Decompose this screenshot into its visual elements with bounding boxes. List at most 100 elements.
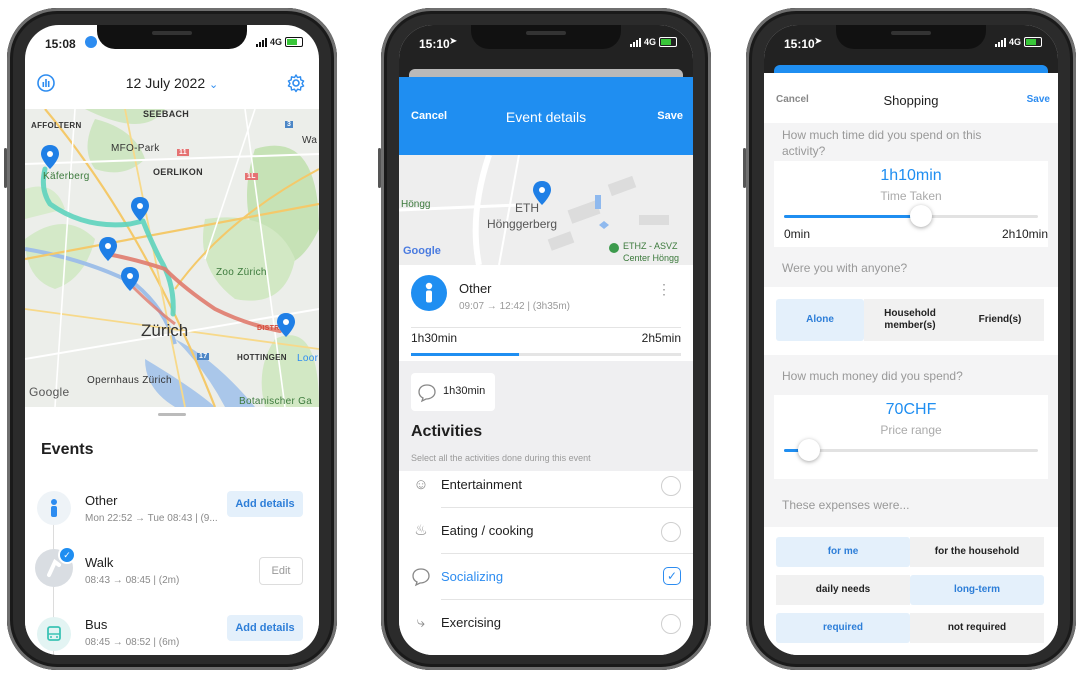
event-row[interactable]: Bus 08:45 → 08:52 | (6m) Add details: [25, 615, 319, 655]
status-time: 15:10: [419, 37, 450, 51]
gear-icon[interactable]: [285, 73, 307, 95]
divider: [441, 507, 693, 508]
activity-item-eating[interactable]: ♨ Eating / cooking: [399, 509, 693, 553]
phone-shopping-form: 15:10 ➤ 4G Cancel Shopping Save How much…: [743, 8, 1076, 670]
activity-label: Eating / cooking: [441, 523, 534, 538]
option-required[interactable]: required: [776, 613, 910, 643]
question-time: How much time did you spend on this acti…: [764, 123, 1058, 161]
page-title: Shopping: [883, 93, 939, 108]
add-details-button[interactable]: Add details: [227, 615, 303, 641]
option-for-household[interactable]: for the household: [910, 537, 1044, 567]
time-slider[interactable]: [784, 205, 1038, 227]
shopping-header: Cancel Shopping Save: [764, 73, 1058, 124]
status-time: 15:08: [45, 37, 76, 51]
event-row[interactable]: Other Mon 22:52 → Tue 08:43 | (9... Add …: [25, 491, 319, 551]
road-badge: 17: [197, 353, 210, 360]
map-pin-icon[interactable]: [131, 197, 149, 221]
event-meta: 08:43 → 08:45 | (2m): [85, 575, 180, 586]
place-marker-icon: [609, 243, 619, 253]
option-long-term[interactable]: long-term: [910, 575, 1044, 605]
map-label: Wa: [302, 135, 318, 146]
location-icon: [85, 36, 97, 48]
option-alone[interactable]: Alone: [776, 299, 864, 341]
road-badge: 1L: [245, 173, 258, 180]
map-pin-icon[interactable]: [533, 181, 551, 205]
google-logo: Google: [403, 245, 441, 257]
map-label: SEEBACH: [143, 109, 190, 119]
date-selector[interactable]: 12 July 2022 ⌄: [25, 75, 319, 91]
event-title: Other: [459, 281, 492, 296]
duration-chip[interactable]: 1h30min: [411, 373, 495, 411]
slider-knob[interactable]: [910, 205, 933, 227]
option-household[interactable]: Household member(s): [864, 299, 956, 341]
bus-icon: [37, 617, 71, 651]
location-arrow-icon: ➤: [814, 36, 823, 47]
events-title: Events: [41, 441, 94, 458]
drag-handle[interactable]: [158, 413, 186, 416]
events-sheet: Events Other Mon 22:52 → Tue 08:43 | (9.…: [25, 407, 319, 655]
activity-checkbox[interactable]: [661, 476, 681, 496]
map-label: Center Höngg: [623, 253, 680, 263]
activity-checkbox[interactable]: [661, 522, 681, 542]
phone-events-map: 15:08 4G 12 July 2022 ⌄ SEEBACH AFFOLTER…: [4, 8, 337, 670]
battery-icon: [659, 37, 677, 47]
event-title: Other: [85, 493, 118, 508]
event-row[interactable]: ✓ Walk 08:43 → 08:45 | (2m) Edit: [25, 546, 319, 613]
add-details-button[interactable]: Add details: [227, 491, 303, 517]
map-label: ETHZ - ASVZ: [623, 241, 678, 251]
question-money: How much money did you spend?: [764, 357, 1058, 395]
activity-item-socializing[interactable]: Socializing ✓: [399, 555, 693, 599]
screen: 15:08 4G 12 July 2022 ⌄ SEEBACH AFFOLTER…: [25, 25, 319, 655]
map-pin-icon[interactable]: [277, 313, 295, 337]
slider-knob[interactable]: [798, 439, 821, 461]
edit-button[interactable]: Edit: [259, 557, 303, 585]
activity-item-exercising[interactable]: ⤷ Exercising: [399, 601, 693, 645]
notch: [97, 25, 247, 49]
duration-progress: [411, 353, 681, 356]
map-pin-icon[interactable]: [41, 145, 59, 169]
range-end: 2h5min: [641, 331, 681, 345]
route-map[interactable]: SEEBACH AFFOLTERN MFO-Park OERLIKON Käfe…: [25, 109, 319, 407]
google-logo: Google: [29, 385, 70, 399]
phone-event-details: 15:10 ➤ 4G Cancel Event details Save Hön…: [378, 8, 711, 670]
option-friends[interactable]: Friend(s): [956, 299, 1044, 341]
page-title: Event details: [505, 109, 587, 125]
check-badge-icon: ✓: [58, 546, 76, 564]
divider: [441, 599, 693, 600]
company-options: Alone Household member(s) Friend(s): [764, 287, 1058, 355]
map-label: Hönggerberg: [487, 217, 558, 231]
divider: [411, 327, 681, 328]
location-map[interactable]: Höngg ETH Hönggerberg ETHZ - ASVZ Center…: [399, 155, 693, 265]
cooking-icon: ♨: [414, 522, 428, 539]
money-slider-card: 70CHF Price range: [774, 395, 1048, 479]
divider: [441, 553, 693, 554]
event-time: 09:07 → 12:42 | (3h35m): [459, 301, 570, 312]
map-pin-icon[interactable]: [99, 237, 117, 261]
map-label: Käferberg: [43, 171, 90, 182]
activity-checkbox[interactable]: [661, 614, 681, 634]
map-label: Zürich: [141, 321, 189, 340]
network-type: 4G: [1008, 37, 1021, 47]
map-pin-icon[interactable]: [121, 267, 139, 291]
duration-label: 1h30min: [443, 385, 486, 397]
chevron-down-icon: ⌄: [209, 79, 219, 91]
option-not-required[interactable]: not required: [910, 613, 1044, 643]
activity-item-entertainment[interactable]: ☺ Entertainment: [399, 463, 693, 507]
expense-options: for me for the household daily needs lon…: [764, 527, 1058, 655]
sheet-backdrop: [409, 69, 683, 77]
save-button[interactable]: Save: [1027, 94, 1050, 105]
save-button[interactable]: Save: [657, 110, 683, 122]
event-title: Walk: [85, 555, 114, 570]
more-icon[interactable]: ⋮: [657, 282, 671, 296]
option-for-me[interactable]: for me: [776, 537, 910, 567]
range-start: 1h30min: [411, 331, 458, 345]
money-slider[interactable]: [784, 439, 1038, 461]
option-daily-needs[interactable]: daily needs: [776, 575, 910, 605]
road-badge: 11: [177, 149, 189, 156]
status-time: 15:10: [784, 37, 815, 51]
signal-icon: [629, 37, 641, 47]
time-value: 1h10min: [880, 167, 942, 184]
activity-checkbox-checked[interactable]: ✓: [663, 567, 681, 585]
date-label: 12 July 2022: [125, 75, 206, 91]
location-arrow-icon: ➤: [449, 36, 458, 47]
